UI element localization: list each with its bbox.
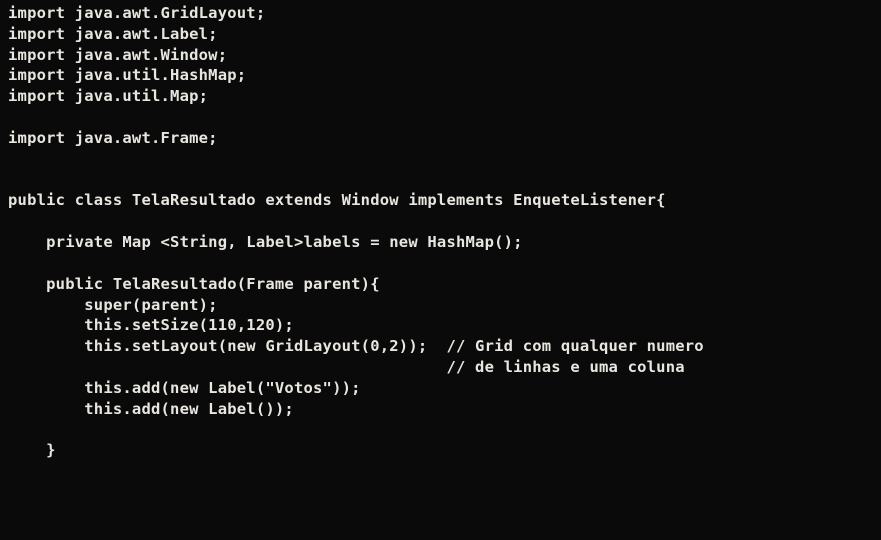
code-content: import java.awt.GridLayout; import java.…: [8, 4, 704, 459]
code-block: import java.awt.GridLayout; import java.…: [0, 0, 881, 470]
